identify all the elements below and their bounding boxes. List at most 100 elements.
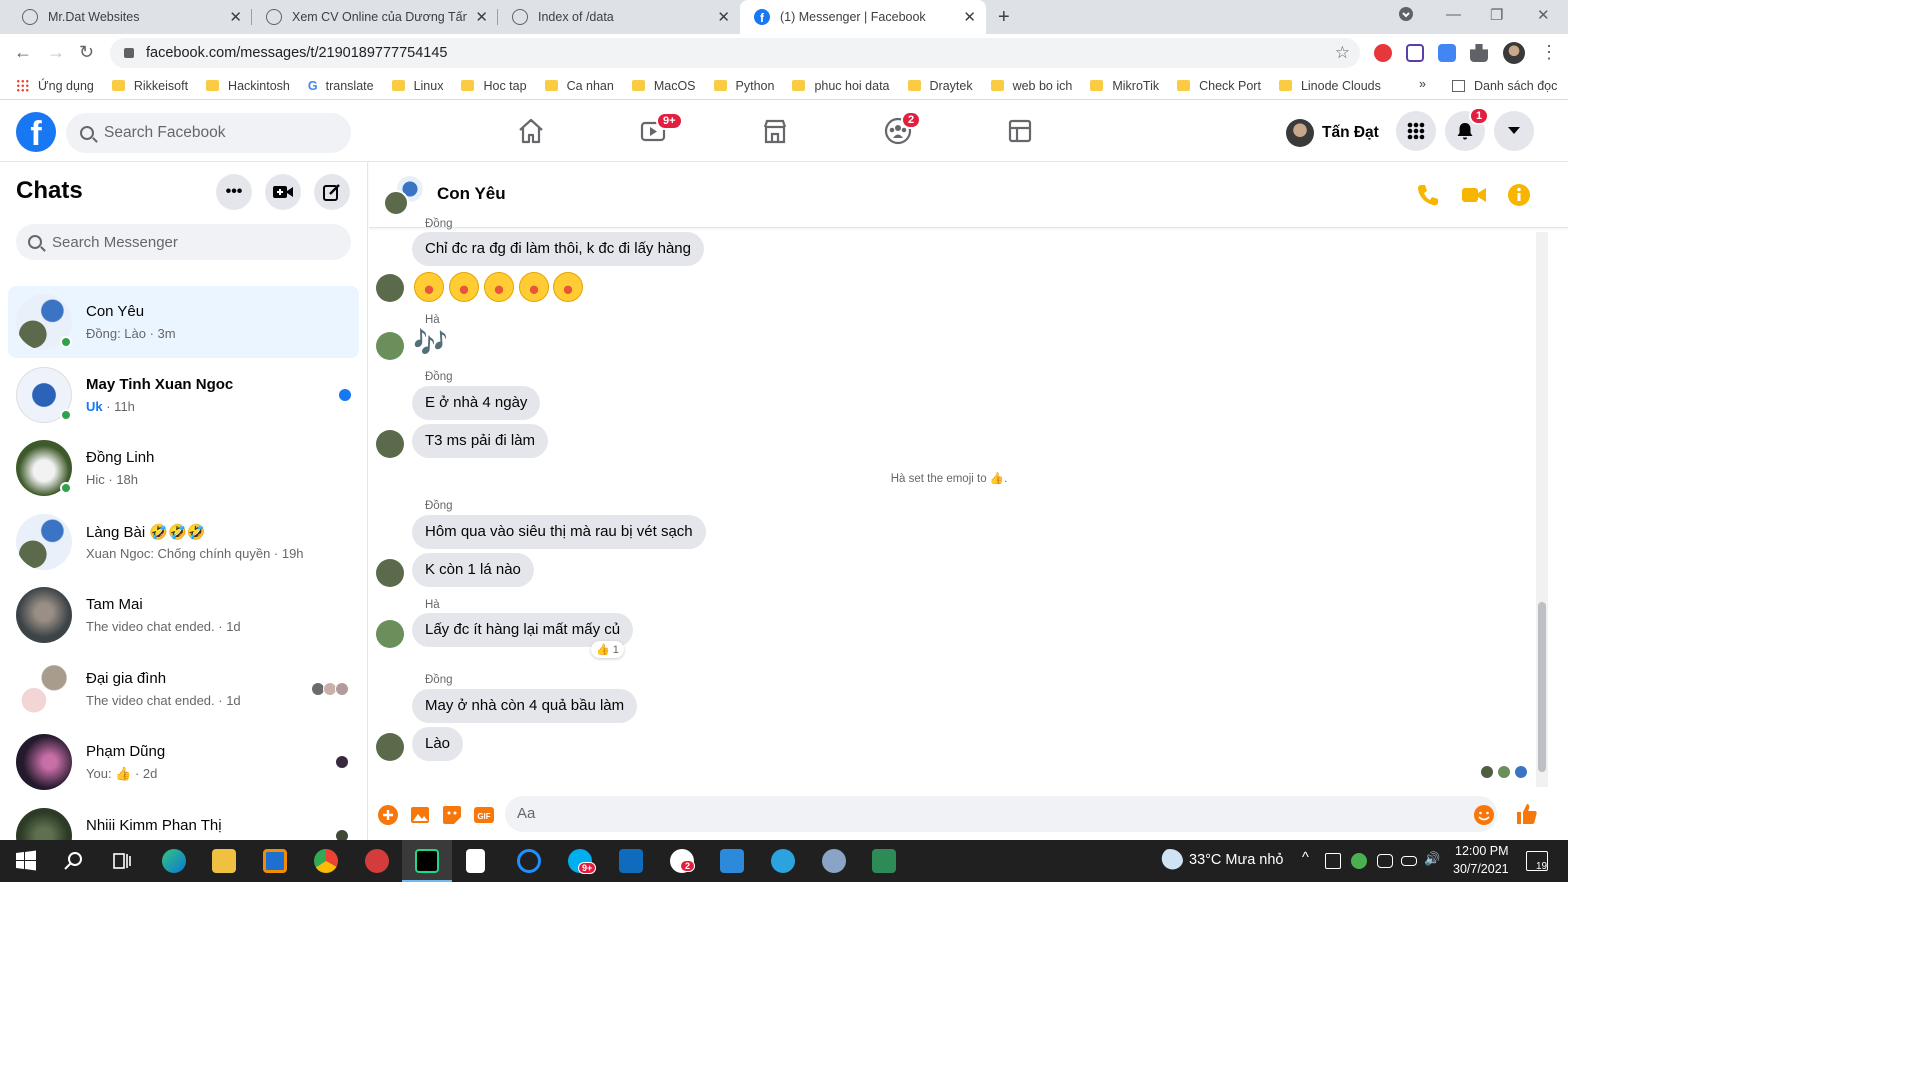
browser-tab[interactable]: Mr.Dat Websites ✕ <box>0 0 252 34</box>
facebook-search-input[interactable]: Search Facebook <box>66 113 351 153</box>
close-tab-icon[interactable]: ✕ <box>475 8 488 26</box>
home-icon[interactable] <box>516 116 546 146</box>
puzzle-icon[interactable] <box>1470 44 1488 62</box>
pycharm-icon[interactable] <box>415 849 439 873</box>
bookmark-folder[interactable]: Python <box>713 79 774 93</box>
rolling-laughing-emoji[interactable] <box>519 272 549 302</box>
remote-desktop-icon[interactable] <box>720 849 744 873</box>
message-bubble[interactable]: K còn 1 lá nào <box>412 553 534 587</box>
tray-icon[interactable] <box>1351 853 1367 869</box>
new-tab-plus-icon[interactable]: + <box>998 6 1010 29</box>
chevron-up-icon[interactable]: ^ <box>1302 850 1309 866</box>
chrome-icon[interactable] <box>314 849 338 873</box>
bookmark-folder[interactable]: Ca nhan <box>544 79 614 93</box>
watch-nav-item[interactable]: 9+ <box>638 112 683 146</box>
chat-item-tam-mai[interactable]: Tam Mai The video chat ended. · 1d <box>8 579 359 651</box>
bookmark-folder[interactable]: Hackintosh <box>206 79 290 93</box>
info-icon[interactable] <box>1506 182 1532 208</box>
windows-start-icon[interactable] <box>14 849 38 873</box>
bookmark-apps[interactable]: Ứng dụng <box>16 79 94 93</box>
conversation-scrollbar[interactable] <box>1536 232 1548 787</box>
chat-item-may-tinh-xuan-ngoc[interactable]: May Tinh Xuan Ngoc Uk · 11h <box>8 359 359 431</box>
video-call-icon[interactable] <box>1461 182 1487 208</box>
bookmark-folder[interactable]: Linode Clouds <box>1278 79 1381 93</box>
clock-date[interactable]: 30/7/2021 <box>1453 862 1509 876</box>
chat-item-con-yeu[interactable]: Con Yêu Đồng: Lào · 3m <box>8 286 359 358</box>
close-tab-icon[interactable]: ✕ <box>963 8 976 26</box>
notepad-icon[interactable] <box>466 849 485 873</box>
message-bubble[interactable]: May ở nhà còn 4 quả bầu làm <box>412 689 638 723</box>
group-avatar[interactable] <box>383 176 423 216</box>
conversation-title[interactable]: Con Yêu <box>437 184 506 204</box>
chat-item-lang-bai[interactable]: Làng Bài 🤣🤣🤣 Xuan Ngoc: Chống chính quyề… <box>8 506 359 578</box>
bookmark-link[interactable]: Gtranslate <box>308 79 374 93</box>
close-window-icon[interactable]: ✕ <box>1537 6 1550 24</box>
rolling-laughing-emoji[interactable] <box>414 272 444 302</box>
more-vertical-icon[interactable]: ⋮ <box>1540 42 1558 63</box>
bookmark-folder[interactable]: MikroTik <box>1090 79 1159 93</box>
phone-icon[interactable] <box>1415 182 1441 208</box>
gaming-icon[interactable] <box>1005 116 1035 146</box>
gif-icon[interactable]: GIF <box>473 804 495 826</box>
bookmark-folder[interactable]: Linux <box>391 79 443 93</box>
translate-extension-icon[interactable] <box>1438 44 1456 62</box>
outlook-icon[interactable] <box>619 849 643 873</box>
back-arrow-icon[interactable]: ← <box>14 42 32 63</box>
adblock-icon[interactable] <box>1374 44 1392 62</box>
volume-icon[interactable]: 🔊 <box>1424 851 1440 867</box>
message-bubble[interactable]: E ở nhà 4 ngày <box>412 386 541 420</box>
profile-avatar[interactable] <box>1503 42 1525 64</box>
forward-arrow-icon[interactable]: → <box>47 42 65 63</box>
more-bookmarks-chevron[interactable]: » <box>1419 77 1426 91</box>
bookmark-folder[interactable]: Draytek <box>907 79 973 93</box>
account-menu-button[interactable] <box>1494 111 1534 151</box>
internet-explorer-icon[interactable] <box>517 849 541 873</box>
bookmark-folder[interactable]: MacOS <box>631 79 696 93</box>
groups-nav-item[interactable]: 2 <box>883 111 922 146</box>
app-icon[interactable] <box>263 849 287 873</box>
clock-time[interactable]: 12:00 PM <box>1455 844 1509 858</box>
message-bubble[interactable]: T3 ms pải đi làm <box>412 424 549 458</box>
new-message-button[interactable] <box>314 174 350 210</box>
tray-icon[interactable] <box>1325 853 1341 869</box>
profile-link[interactable]: Tấn Đạt <box>1286 119 1379 147</box>
photo-icon[interactable] <box>409 804 431 826</box>
thumbs-up-icon[interactable] <box>1515 802 1539 826</box>
address-bar[interactable]: facebook.com/messages/t/2190189777754145… <box>110 38 1360 68</box>
chat-item-pham-dung[interactable]: Phạm Dũng You: 👍 · 2d <box>8 726 359 798</box>
task-view-icon[interactable] <box>111 849 135 873</box>
chat-item-nhiii-kimm[interactable]: Nhiii Kimm Phan Thị <box>8 800 359 840</box>
bookmark-folder[interactable]: phuc hoi data <box>792 79 890 93</box>
search-icon[interactable] <box>62 849 86 873</box>
reaction-badge[interactable]: 👍 1 <box>591 641 624 658</box>
rolling-laughing-emoji[interactable] <box>553 272 583 302</box>
bookmark-folder[interactable]: Check Port <box>1177 79 1261 93</box>
reload-icon[interactable]: ↻ <box>79 42 94 63</box>
message-bubble[interactable]: Lào <box>412 727 464 761</box>
bookmark-star-icon[interactable]: ☆ <box>1335 43 1350 63</box>
chat-item-dong-linh[interactable]: Đồng Linh Hic · 18h <box>8 432 359 504</box>
chat-item-dai-gia-dinh[interactable]: Đại gia đình The video chat ended. · 1d <box>8 653 359 725</box>
file-explorer-icon[interactable] <box>212 849 236 873</box>
message-bubble[interactable]: Hôm qua vào siêu thị mà rau bị vét sạch <box>412 515 706 549</box>
browser-tab[interactable]: Index of /data ✕ <box>498 0 740 34</box>
tray-icon[interactable] <box>1377 854 1393 868</box>
weather-cloud-icon[interactable] <box>1157 849 1183 873</box>
emoji-icon[interactable] <box>1473 804 1495 826</box>
extension-icon[interactable] <box>1406 44 1424 62</box>
facebook-logo-icon[interactable]: f <box>16 112 56 152</box>
minimize-icon[interactable]: — <box>1446 6 1461 23</box>
app-icon[interactable] <box>365 849 389 873</box>
rolling-laughing-emoji[interactable] <box>449 272 479 302</box>
bookmark-folder[interactable]: Rikkeisoft <box>111 79 188 93</box>
restore-icon[interactable]: ❐ <box>1490 6 1503 24</box>
reading-list[interactable]: Danh sách đọc <box>1452 79 1557 93</box>
browser-tab-active[interactable]: f (1) Messenger | Facebook ✕ <box>740 0 986 34</box>
browser-tab[interactable]: Xem CV Online của Dương Tấn Đ ✕ <box>252 0 498 34</box>
new-room-button[interactable] <box>265 174 301 210</box>
network-app-icon[interactable] <box>872 849 896 873</box>
tab-search-icon[interactable] <box>1398 6 1414 26</box>
more-options-button[interactable]: ••• <box>216 174 252 210</box>
menu-button[interactable] <box>1396 111 1436 151</box>
marketplace-icon[interactable] <box>760 116 790 146</box>
